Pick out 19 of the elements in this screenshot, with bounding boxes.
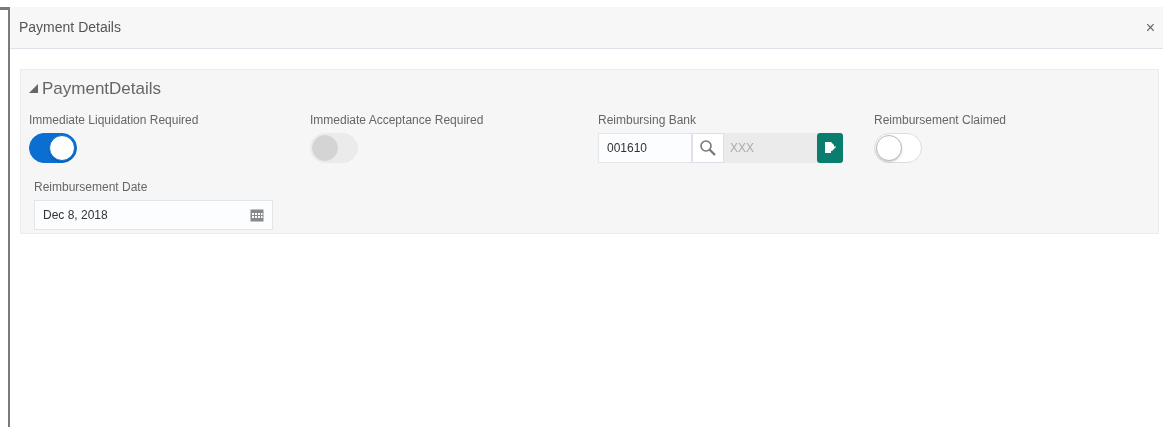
section-title: PaymentDetails [42, 78, 162, 100]
document-button[interactable] [817, 132, 843, 163]
document-icon [824, 141, 836, 154]
toggle-switch[interactable] [29, 132, 77, 163]
dialog-title: Payment Details [19, 18, 121, 37]
field-label: Reimbursement Claimed [874, 111, 1007, 129]
search-button[interactable] [692, 132, 724, 163]
field-label: Immediate Liquidation Required [29, 111, 199, 129]
collapse-caret-icon[interactable] [29, 84, 38, 94]
calendar-icon[interactable] [250, 207, 264, 222]
field-label: Immediate Acceptance Required [310, 111, 484, 129]
input-field[interactable]: 001610 [598, 132, 692, 163]
field-label: Reimbursement Date [34, 178, 148, 196]
date-value: Dec 8, 2018 [43, 206, 108, 224]
search-icon [699, 138, 717, 157]
date-field[interactable]: Dec 8, 2018 [34, 199, 273, 230]
description-field[interactable]: XXX [724, 132, 817, 163]
close-button[interactable]: × [1143, 19, 1157, 36]
field-label: Reimbursing Bank [598, 111, 697, 129]
